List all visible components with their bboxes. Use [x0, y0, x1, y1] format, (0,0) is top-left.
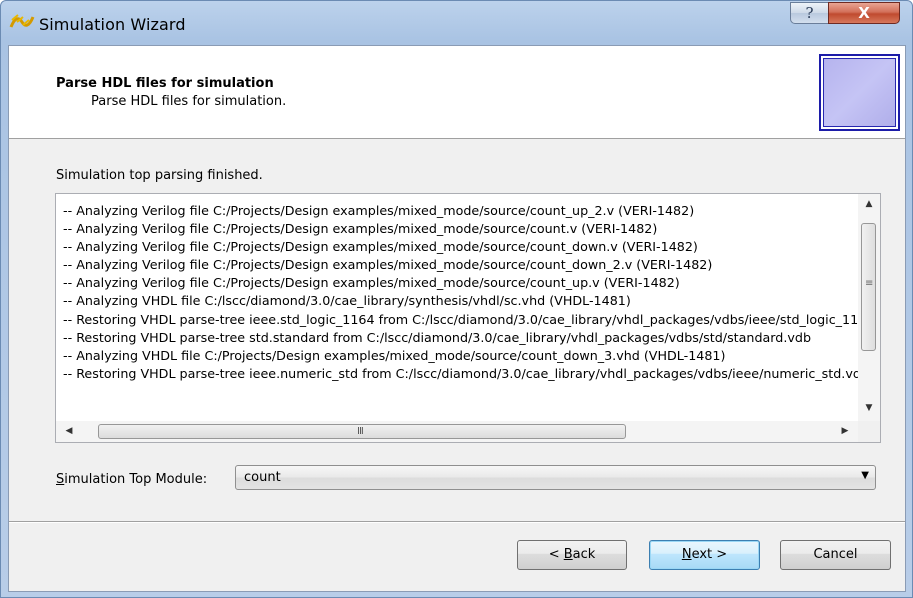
log-line: -- Analyzing Verilog file C:/Projects/De… — [63, 221, 658, 237]
page-title: Parse HDL files for simulation — [56, 76, 274, 91]
next-button[interactable]: Next > — [649, 540, 760, 570]
footer-separator — [9, 521, 905, 523]
vertical-scrollbar[interactable]: ▲ ≡ ▼ — [858, 194, 880, 421]
scroll-down-arrow-icon[interactable]: ▼ — [858, 400, 880, 417]
status-text: Simulation top parsing finished. — [56, 168, 263, 183]
log-line: -- Analyzing Verilog file C:/Projects/De… — [63, 275, 680, 291]
vertical-scroll-thumb[interactable]: ≡ — [861, 223, 876, 351]
dialog-body: Parse HDL files for simulation Parse HDL… — [8, 45, 906, 592]
header-image-fill — [823, 58, 896, 127]
title-bar[interactable]: Simulation Wizard ? X — [1, 1, 912, 45]
back-label: ack — [572, 547, 596, 562]
back-button[interactable]: < Back — [517, 540, 627, 570]
next-label: ext > — [691, 547, 728, 562]
scroll-up-arrow-icon[interactable]: ▲ — [858, 196, 880, 213]
page-subtitle: Parse HDL files for simulation. — [91, 94, 287, 109]
scroll-right-arrow-icon[interactable]: ▶ — [836, 421, 854, 442]
grip-icon: III — [357, 426, 364, 437]
wizard-header: Parse HDL files for simulation Parse HDL… — [9, 46, 905, 139]
log-line: -- Analyzing Verilog file C:/Projects/De… — [63, 257, 713, 273]
log-line: -- Analyzing Verilog file C:/Projects/De… — [63, 203, 695, 218]
simulation-wizard-window: Simulation Wizard ? X Parse HDL files fo… — [0, 0, 913, 598]
horizontal-scroll-thumb[interactable]: III — [98, 424, 626, 439]
close-button[interactable]: X — [828, 2, 900, 24]
log-lines: -- Analyzing Verilog file C:/Projects/De… — [63, 202, 858, 412]
cancel-button[interactable]: Cancel — [780, 540, 891, 570]
header-image — [819, 54, 900, 131]
top-module-dropdown[interactable]: count ▼ — [235, 465, 876, 490]
log-line: -- Restoring VHDL parse-tree ieee.std_lo… — [63, 311, 858, 327]
back-mnemonic: B — [563, 547, 573, 562]
log-line: -- Restoring VHDL parse-tree ieee.numeri… — [63, 365, 858, 381]
top-module-value: count — [244, 470, 281, 485]
top-module-label: Simulation Top Module: — [56, 472, 207, 487]
help-button[interactable]: ? — [790, 2, 828, 24]
scrollbar-corner — [858, 421, 880, 442]
log-line: -- Analyzing VHDL file C:/lscc/diamond/3… — [63, 293, 631, 309]
grip-icon: ≡ — [865, 278, 874, 289]
help-icon: ? — [805, 4, 814, 22]
next-mnemonic: N — [681, 547, 692, 562]
chevron-down-icon: ▼ — [861, 470, 869, 481]
scroll-left-arrow-icon[interactable]: ◀ — [60, 421, 78, 442]
lattice-wizard-icon — [9, 14, 35, 28]
parse-log[interactable]: -- Analyzing Verilog file C:/Projects/De… — [55, 193, 881, 443]
close-icon: X — [858, 4, 870, 22]
log-line: -- Restoring VHDL parse-tree std.standar… — [63, 329, 811, 345]
label-text: imulation Top Module: — [64, 472, 208, 487]
log-line: -- Analyzing Verilog file C:/Projects/De… — [63, 239, 698, 255]
log-line: -- Analyzing VHDL file C:/Projects/Desig… — [63, 347, 726, 363]
window-title: Simulation Wizard — [39, 15, 186, 34]
horizontal-scrollbar[interactable]: ◀ III ▶ — [56, 421, 858, 442]
back-prefix: < — [548, 547, 564, 562]
